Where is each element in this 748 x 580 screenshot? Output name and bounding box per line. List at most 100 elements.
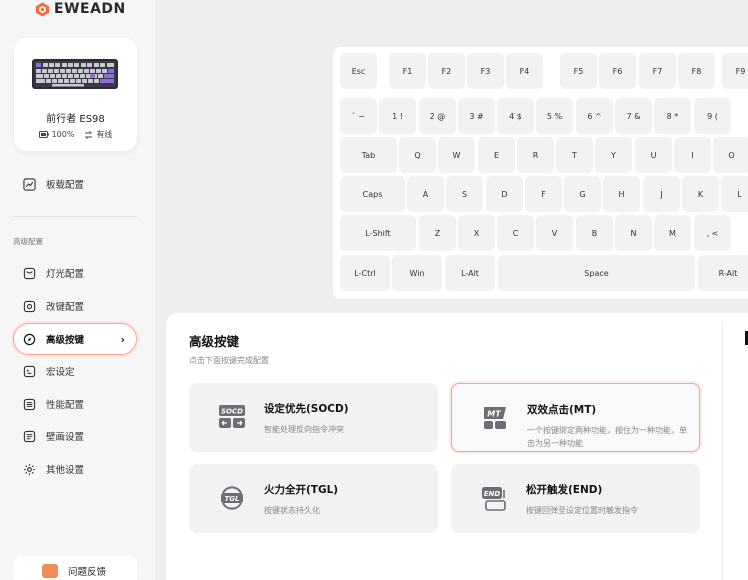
- keyboard-layout: Esc F1 F2 F3 F4 F5 F6 F7 F8 F9 ` ~1 ! 2 @3 #4 $5 % 6…: [333, 47, 748, 299]
- nav-performance[interactable]: 性能配置: [14, 389, 137, 419]
- key-5-4[interactable]: R-Alt: [698, 255, 748, 291]
- key-3-4[interactable]: F: [525, 176, 562, 212]
- end-card[interactable]: END 松开触发(END) 按键回弹至设定位置时触发指令: [451, 464, 700, 533]
- key-2-9[interactable]: O: [713, 137, 748, 173]
- key-5-3[interactable]: Space: [498, 255, 695, 291]
- key-4-7[interactable]: M: [654, 215, 691, 251]
- nav-remap[interactable]: 改键配置: [14, 291, 137, 321]
- key-2-3[interactable]: E: [478, 137, 515, 173]
- key-5-2[interactable]: L-Alt: [445, 255, 495, 291]
- key-0-9[interactable]: F9: [722, 53, 748, 89]
- key-4-1[interactable]: Z: [419, 215, 456, 251]
- key-2-5[interactable]: T: [556, 137, 593, 173]
- key-1-4[interactable]: 4 $: [497, 98, 534, 134]
- key-2-7[interactable]: U: [635, 137, 672, 173]
- mt-title: 双效点击(MT): [527, 404, 597, 416]
- lighting-icon: [23, 267, 36, 279]
- nav-performance-label: 性能配置: [46, 400, 85, 411]
- mt-card[interactable]: MT 双效点击(MT) 一个按键绑定两种功能，按住为一种功能，单击为另一种功能: [451, 383, 700, 452]
- key-2-4[interactable]: R: [517, 137, 554, 173]
- key-3-2[interactable]: S: [446, 176, 483, 212]
- key-0-8[interactable]: F8: [678, 53, 715, 89]
- nav-lighting-label: 灯光配置: [46, 269, 85, 280]
- nav-advanced-keys[interactable]: 高级按键 ›: [13, 323, 137, 355]
- nav-onboard-label: 板载配置: [46, 180, 85, 191]
- key-1-8[interactable]: 8 *: [654, 98, 691, 134]
- socd-icon: SOCD: [219, 405, 245, 428]
- key-2-2[interactable]: W: [438, 137, 475, 173]
- key-2-1[interactable]: Q: [399, 137, 436, 173]
- sidebar-divider: [14, 216, 137, 217]
- feedback-icon: [42, 564, 58, 578]
- key-4-3[interactable]: C: [497, 215, 534, 251]
- key-1-2[interactable]: 2 @: [419, 98, 456, 134]
- key-1-3[interactable]: 3 #: [458, 98, 495, 134]
- svg-text:MT: MT: [487, 410, 501, 419]
- key-0-5[interactable]: F5: [560, 53, 597, 89]
- key-2-8[interactable]: I: [674, 137, 711, 173]
- key-3-5[interactable]: G: [564, 176, 601, 212]
- key-0-3[interactable]: F3: [467, 53, 504, 89]
- key-4-8[interactable]: , <: [694, 215, 731, 251]
- key-1-7[interactable]: 7 &: [615, 98, 652, 134]
- device-status: 100% 有线: [14, 129, 137, 140]
- feedback-button[interactable]: 问题反馈: [14, 556, 137, 580]
- panel-title: 高级按键: [189, 334, 240, 349]
- key-0-1[interactable]: F1: [389, 53, 426, 89]
- key-0-7[interactable]: F7: [639, 53, 676, 89]
- key-0-0[interactable]: Esc: [340, 53, 377, 89]
- key-1-6[interactable]: 6 ^: [576, 98, 613, 134]
- nav-wallpaper-label: 壁画设置: [46, 432, 85, 443]
- feedback-label: 问题反馈: [68, 567, 107, 578]
- compass-icon: [23, 333, 36, 345]
- nav-onboard-config[interactable]: 板载配置: [14, 169, 137, 199]
- key-3-1[interactable]: A: [407, 176, 444, 212]
- key-4-5[interactable]: B: [576, 215, 613, 251]
- tgl-card[interactable]: TGL 火力全开(TGL) 按键状态持久化: [189, 464, 438, 533]
- nav-macro[interactable]: 宏设定: [14, 356, 137, 386]
- key-1-9[interactable]: 9 (: [694, 98, 731, 134]
- tgl-desc: 按键状态持久化: [264, 506, 320, 515]
- key-0-4[interactable]: F4: [506, 53, 543, 89]
- svg-text:SOCD: SOCD: [221, 408, 243, 416]
- connection-value: 有线: [96, 130, 113, 139]
- logo-icon: [35, 1, 50, 17]
- key-1-0[interactable]: ` ~: [340, 98, 377, 134]
- nav-other-label: 其他设置: [46, 465, 85, 476]
- key-3-0[interactable]: Caps: [340, 176, 405, 212]
- key-4-6[interactable]: N: [615, 215, 652, 251]
- connection-status: 有线: [84, 129, 112, 140]
- key-3-7[interactable]: J: [643, 176, 680, 212]
- socd-title: 设定优先(SOCD): [264, 403, 349, 415]
- socd-desc: 智能处理反向指令冲突: [264, 425, 344, 434]
- key-2-6[interactable]: Y: [595, 137, 632, 173]
- key-1-1[interactable]: 1 !: [379, 98, 416, 134]
- key-4-2[interactable]: X: [458, 215, 495, 251]
- key-0-2[interactable]: F2: [428, 53, 465, 89]
- key-3-6[interactable]: H: [603, 176, 640, 212]
- key-3-8[interactable]: K: [682, 176, 719, 212]
- key-3-3[interactable]: D: [486, 176, 523, 212]
- key-0-6[interactable]: F6: [599, 53, 636, 89]
- wallpaper-icon: [23, 430, 36, 442]
- socd-card[interactable]: SOCD 设定优先(SOCD) 智能处理反向指令冲突: [189, 383, 438, 452]
- key-5-1[interactable]: Win: [392, 255, 442, 291]
- mt-desc: 一个按键绑定两种功能，按住为一种功能，单击为另一种功能: [527, 426, 687, 448]
- keyboard-image: [32, 59, 118, 89]
- nav-other-settings[interactable]: 其他设置: [14, 454, 137, 484]
- brand-name: EWEADN: [54, 1, 126, 17]
- device-card[interactable]: 前行者 ES98 100% 有线: [14, 38, 137, 151]
- nav-wallpaper[interactable]: 壁画设置: [14, 421, 137, 451]
- tgl-title: 火力全开(TGL): [264, 484, 339, 496]
- key-3-9[interactable]: L: [721, 176, 748, 212]
- key-4-4[interactable]: V: [536, 215, 573, 251]
- key-5-0[interactable]: L-Ctrl: [340, 255, 390, 291]
- macro-icon: [23, 365, 36, 377]
- key-1-5[interactable]: 5 %: [536, 98, 573, 134]
- key-4-0[interactable]: L-Shift: [340, 215, 416, 251]
- device-name: 前行者 ES98: [46, 114, 105, 125]
- nav-lighting[interactable]: 灯光配置: [14, 258, 137, 288]
- brand-logo: EWEADN: [35, 1, 126, 17]
- key-2-0[interactable]: Tab: [340, 137, 397, 173]
- connection-icon: [85, 130, 93, 139]
